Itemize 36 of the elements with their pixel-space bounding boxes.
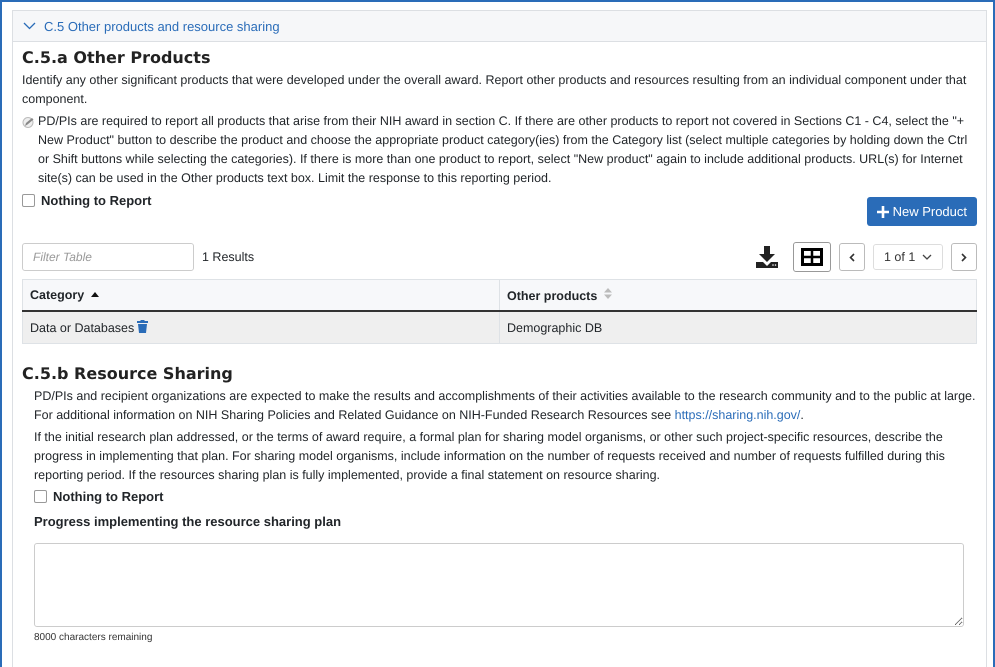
description-text: PD/PIs and recipient organizations are expected to make the results and accomplishments of their activities available to the research community and to the public at large. For additional information on NIH Sharing Policies and Related Guidance on NIH-Funded Research Resources see https://sharing.nih.gov/. <box>34 388 976 424</box>
sort-up-icon <box>91 292 100 298</box>
chevron-left-icon <box>849 252 855 262</box>
filter-field[interactable]: Filter Table <box>22 243 194 271</box>
checkbox-label[interactable]: Nothing to Report <box>41 193 152 208</box>
sort-icon <box>604 288 612 298</box>
page-select[interactable]: 1 of 1 <box>873 244 943 270</box>
table-icon <box>801 248 823 266</box>
chevron-down-icon <box>922 254 932 260</box>
next-page-button[interactable] <box>951 243 977 271</box>
field-label: Progress implementing the resource sharing plan <box>34 514 342 529</box>
checkbox[interactable] <box>34 490 47 503</box>
column-view-button[interactable] <box>793 242 831 272</box>
link[interactable]: https://sharing.nih.gov/ <box>674 408 800 422</box>
new-product-button[interactable]: New Product <box>866 197 977 226</box>
plus-icon <box>876 206 889 218</box>
trash-icon <box>137 320 148 333</box>
intro-text: Identify any other significant products that were developed under the overall award. Report other products and resources resulting from an individual component under that component. <box>22 72 968 108</box>
pencil-icon <box>22 116 35 128</box>
table-cell: Data or Databases <box>30 321 134 335</box>
checkbox-label[interactable]: Nothing to Report <box>53 489 164 504</box>
section-header[interactable]: C.5 Other products and resource sharing <box>13 11 986 42</box>
download-icon[interactable] <box>755 245 779 269</box>
character-count: 8000 characters remaining <box>34 632 154 643</box>
chevron-right-icon <box>961 252 967 262</box>
section-heading: C.5.b Resource Sharing <box>22 364 234 383</box>
instruction-text: PD/PIs are required to report all products that arise from their NIH award in section C. If there are other products to report not covered in Sections C1 - C4, select the "+ New Product" button to describe the product and choose the appropriate product category(ies) from the Category list (select multiple categories by holding down the Ctrl or Shift buttons while selecting the categories). If there is more than one product to report, select "New product" again to include additional products. URL(s) for Internet site(s) can be used in the Other products text box. Limit the response to this reporting period. <box>38 113 968 187</box>
description-text: If the initial research plan addressed, or the terms of award require, a formal plan for sharing model organisms, or other such project-specific resources, describe the progress in implementing that plan. For sharing model organisms, include information on the number of requests received and number of requests fulfilled during this reporting period. If the resources sharing plan is fully implemented, provide a final statement on resource sharing. <box>34 429 946 484</box>
results-count: 1 Results <box>202 250 254 264</box>
section-heading: C.5.a Other Products <box>22 48 212 67</box>
column-header[interactable]: Category <box>22 280 500 311</box>
chevron-icon <box>23 22 36 30</box>
checkbox[interactable] <box>22 194 35 207</box>
table-cell: Demographic DB <box>507 320 602 334</box>
previous-page-button[interactable] <box>839 243 865 271</box>
column-header[interactable]: Other products <box>500 280 976 311</box>
